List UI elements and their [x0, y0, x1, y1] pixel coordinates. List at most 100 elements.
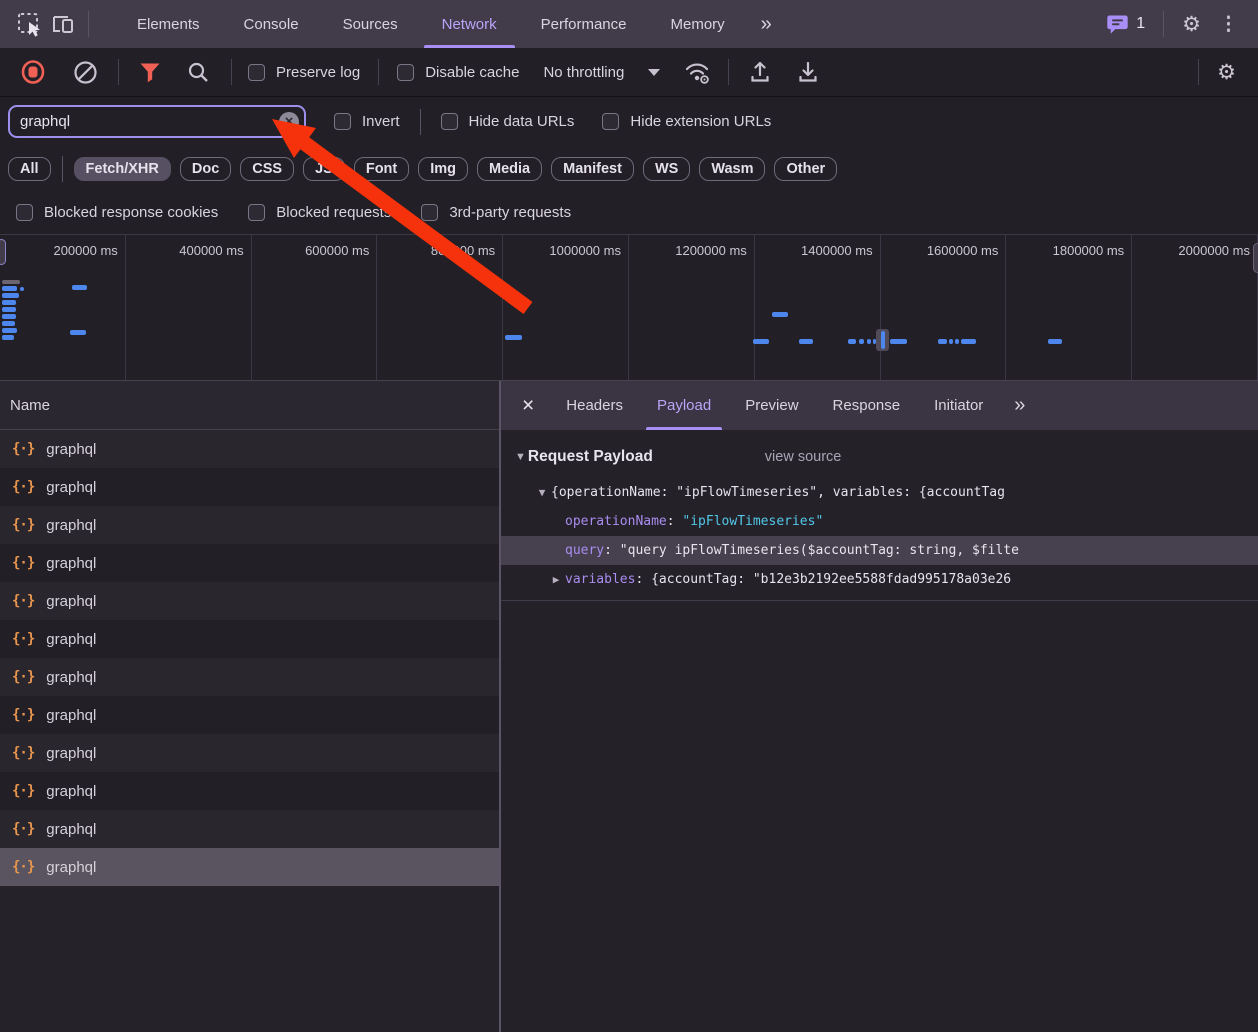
tab-memory[interactable]: Memory	[649, 0, 747, 48]
request-timing-mark	[2, 328, 17, 333]
table-row[interactable]: {·}graphql	[0, 430, 499, 468]
filter-chip-wasm[interactable]: Wasm	[699, 157, 765, 181]
tab-performance[interactable]: Performance	[519, 0, 649, 48]
more-details-tabs-icon[interactable]: »	[1000, 394, 1037, 417]
filter-chip-ws[interactable]: WS	[643, 157, 690, 181]
view-source-link[interactable]: view source	[765, 449, 842, 465]
timeline-tick-label: 600000 ms	[305, 243, 369, 258]
payload-key: query	[565, 543, 604, 558]
settings-gear-icon[interactable]: ⚙	[1172, 12, 1211, 37]
request-timing-mark	[70, 330, 86, 335]
request-timing-mark	[867, 339, 871, 344]
request-name: graphql	[46, 631, 96, 648]
request-name: graphql	[46, 783, 96, 800]
table-row[interactable]: {·}graphql	[0, 468, 499, 506]
payload-row-variables[interactable]: ▶variables: {accountTag: "b12e3b2192ee55…	[501, 565, 1258, 594]
import-har-icon[interactable]	[743, 55, 777, 89]
payload-row-operationname[interactable]: operationName: "ipFlowTimeseries"	[501, 507, 1258, 536]
throttling-select[interactable]: No throttling	[543, 64, 624, 81]
json-request-icon: {·}	[12, 745, 34, 761]
timeline-section: 1800000 ms	[1006, 235, 1132, 380]
clear-network-log-button[interactable]	[68, 55, 102, 89]
timeline-tick-label: 2000000 ms	[1178, 243, 1250, 258]
close-details-icon[interactable]: ×	[507, 394, 549, 418]
timeline-section: 1400000 ms	[755, 235, 881, 380]
export-har-icon[interactable]	[791, 55, 825, 89]
details-tab-response[interactable]: Response	[816, 381, 918, 430]
tab-elements[interactable]: Elements	[115, 0, 222, 48]
devtools-tabbar: ElementsConsoleSourcesNetworkPerformance…	[0, 0, 1258, 48]
blocked-requests-checkbox[interactable]	[248, 204, 265, 221]
preserve-log-checkbox[interactable]	[248, 64, 265, 81]
filter-chip-doc[interactable]: Doc	[180, 157, 231, 181]
details-tab-preview[interactable]: Preview	[728, 381, 815, 430]
kebab-menu-icon[interactable]: ⋮	[1211, 13, 1246, 36]
filter-chip-js[interactable]: JS	[303, 157, 345, 181]
details-tab-headers[interactable]: Headers	[549, 381, 640, 430]
collapse-triangle-icon[interactable]: ▼	[515, 451, 526, 463]
timeline-left-grip[interactable]	[0, 239, 6, 265]
divider	[420, 109, 421, 135]
network-conditions-icon[interactable]	[680, 55, 714, 89]
filter-chip-other[interactable]: Other	[774, 157, 837, 181]
filter-chip-css[interactable]: CSS	[240, 157, 294, 181]
tab-network[interactable]: Network	[420, 0, 519, 48]
hide-extension-urls-checkbox[interactable]	[602, 113, 619, 130]
filter-funnel-icon[interactable]	[133, 55, 167, 89]
payload-row-query[interactable]: query: "query ipFlowTimeseries($accountT…	[501, 536, 1258, 565]
hide-data-urls-checkbox[interactable]	[441, 113, 458, 130]
filter-chip-media[interactable]: Media	[477, 157, 542, 181]
search-icon[interactable]	[181, 55, 215, 89]
issues-button[interactable]: 1	[1106, 14, 1145, 35]
table-row[interactable]: {·}graphql	[0, 658, 499, 696]
table-row[interactable]: {·}graphql	[0, 696, 499, 734]
timeline-tick-label: 1400000 ms	[801, 243, 873, 258]
filter-chip-manifest[interactable]: Manifest	[551, 157, 634, 181]
details-tab-initiator[interactable]: Initiator	[917, 381, 1000, 430]
table-row[interactable]: {·}graphql	[0, 620, 499, 658]
divider	[231, 59, 232, 85]
table-row[interactable]: {·}graphql	[0, 582, 499, 620]
network-settings-gear-icon[interactable]: ⚙	[1207, 60, 1246, 85]
expand-triangle-icon[interactable]: ▼	[533, 486, 551, 499]
filter-chip-font[interactable]: Font	[354, 157, 409, 181]
more-panels-icon[interactable]: »	[747, 13, 784, 36]
filter-chip-img[interactable]: Img	[418, 157, 468, 181]
table-row[interactable]: {·}graphql	[0, 734, 499, 772]
timeline-right-grip[interactable]	[1253, 243, 1258, 273]
tabbar-right: 1 ⚙ ⋮	[1106, 11, 1246, 37]
clear-filter-icon[interactable]: ×	[279, 112, 299, 132]
timeline-tick-label: 1800000 ms	[1053, 243, 1125, 258]
invert-label: Invert	[362, 113, 400, 130]
filter-input[interactable]	[8, 105, 306, 138]
throttling-dropdown-caret-icon[interactable]	[648, 69, 660, 76]
table-row[interactable]: {·}graphql	[0, 810, 499, 848]
table-row[interactable]: {·}graphql	[0, 506, 499, 544]
timeline-section: 1000000 ms	[503, 235, 629, 380]
filter-chip-all[interactable]: All	[8, 157, 51, 181]
invert-checkbox[interactable]	[334, 113, 351, 130]
filter-chip-fetch-xhr[interactable]: Fetch/XHR	[74, 157, 171, 181]
table-row[interactable]: {·}graphql	[0, 848, 499, 886]
request-name: graphql	[46, 517, 96, 534]
tab-sources[interactable]: Sources	[321, 0, 420, 48]
table-row[interactable]: {·}graphql	[0, 772, 499, 810]
name-column-header[interactable]: Name	[0, 381, 499, 430]
table-row[interactable]: {·}graphql	[0, 544, 499, 582]
disable-cache-checkbox[interactable]	[397, 64, 414, 81]
3rd-party-requests-checkbox[interactable]	[421, 204, 438, 221]
network-overview-timeline[interactable]: 200000 ms400000 ms600000 ms800000 ms1000…	[0, 234, 1258, 381]
inspect-element-icon[interactable]	[12, 7, 46, 41]
record-network-log-button[interactable]	[16, 55, 50, 89]
device-toolbar-icon[interactable]	[46, 7, 80, 41]
divider	[378, 59, 379, 85]
expand-triangle-icon[interactable]: ▶	[547, 573, 565, 586]
details-tab-payload[interactable]: Payload	[640, 381, 728, 430]
payload-summary-line[interactable]: ▼ {operationName: "ipFlowTimeseries", va…	[501, 478, 1258, 507]
request-timing-mark	[2, 321, 15, 326]
network-toolbar: Preserve log Disable cache No throttling	[0, 48, 1258, 97]
blocked-response-cookies-checkbox[interactable]	[16, 204, 33, 221]
tab-console[interactable]: Console	[222, 0, 321, 48]
request-timing-mark	[961, 339, 976, 344]
json-request-icon: {·}	[12, 441, 34, 457]
